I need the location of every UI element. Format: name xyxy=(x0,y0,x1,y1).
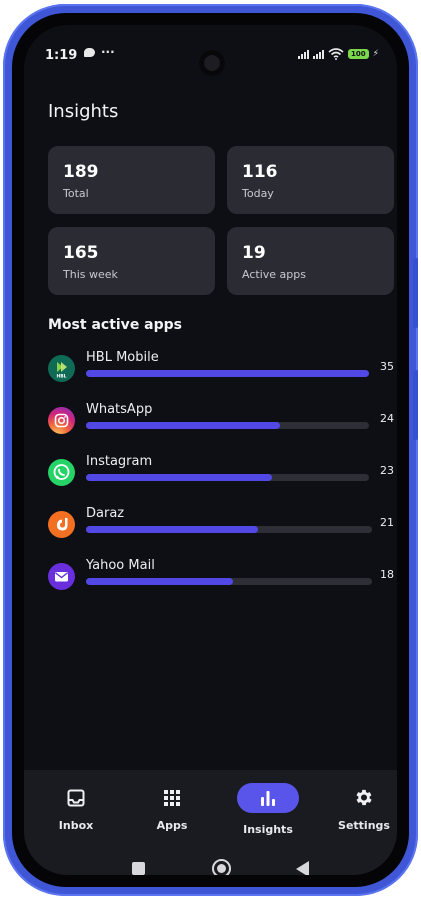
stat-value: 165 xyxy=(63,243,99,263)
screen: 1:19 ··· 100 ⚡ Insights 189 Total 116 To… xyxy=(24,25,397,875)
app-name: Yahoo Mail xyxy=(86,558,155,573)
mail-icon xyxy=(48,563,75,590)
back-button[interactable] xyxy=(296,861,309,875)
app-name: Instagram xyxy=(86,454,153,469)
gear-icon xyxy=(356,789,372,806)
stat-label: This week xyxy=(63,268,118,281)
system-icons: 100 ⚡ xyxy=(298,48,379,60)
stat-card-active-apps[interactable]: 19 Active apps xyxy=(227,227,394,295)
grid-icon xyxy=(164,790,180,806)
bar-chart-icon xyxy=(261,791,275,806)
nav-insights[interactable]: Insights xyxy=(228,770,308,846)
app-count: 23 xyxy=(380,464,394,477)
stat-label: Today xyxy=(242,187,274,200)
usage-bar-track xyxy=(86,474,369,481)
charging-icon: ⚡ xyxy=(372,49,379,59)
stat-card-this-week[interactable]: 165 This week xyxy=(48,227,215,295)
stat-value: 116 xyxy=(242,162,278,182)
daraz-icon xyxy=(48,511,75,538)
signal-icon-2 xyxy=(313,49,325,59)
usage-bar-track xyxy=(86,578,372,585)
usage-bar-track xyxy=(86,422,369,429)
usage-bar-fill xyxy=(86,474,272,481)
stat-label: Active apps xyxy=(242,268,306,281)
usage-bar-fill xyxy=(86,526,258,533)
usage-bar-track xyxy=(86,370,369,377)
app-count: 24 xyxy=(380,412,394,425)
stat-label: Total xyxy=(63,187,89,200)
stat-card-today[interactable]: 116 Today xyxy=(227,146,394,214)
home-button[interactable] xyxy=(212,859,231,875)
app-count: 35 xyxy=(380,360,394,373)
nav-settings[interactable]: Settings xyxy=(324,770,397,846)
app-name: HBL Mobile xyxy=(86,350,159,365)
app-row-daraz[interactable]: Daraz 21 xyxy=(48,506,394,540)
phone-bezel: 1:19 ··· 100 ⚡ Insights 189 Total 116 To… xyxy=(12,13,409,887)
usage-bar-fill xyxy=(86,370,369,377)
svg-text:HBL: HBL xyxy=(56,374,66,380)
nav-label: Insights xyxy=(243,823,293,836)
usage-bar-fill xyxy=(86,422,281,429)
nav-label: Apps xyxy=(156,819,188,832)
status-time: 1:19 xyxy=(45,48,78,63)
nav-label: Settings xyxy=(338,819,390,832)
volume-button xyxy=(413,258,418,328)
app-row-yahoo-mail[interactable]: Yahoo Mail 18 xyxy=(48,558,394,592)
nav-label: Inbox xyxy=(58,819,94,832)
app-row-hbl-mobile[interactable]: HBL HBL Mobile 35 xyxy=(48,350,394,384)
nav-apps[interactable]: Apps xyxy=(132,770,212,846)
stat-value: 19 xyxy=(242,243,266,263)
inbox-icon xyxy=(67,789,85,807)
notification-icons: ··· xyxy=(84,45,115,59)
page-title: Insights xyxy=(48,101,119,122)
app-row-instagram[interactable]: Instagram 23 xyxy=(48,454,394,488)
stat-card-total[interactable]: 189 Total xyxy=(48,146,215,214)
usage-bar-track xyxy=(86,526,372,533)
app-row-whatsapp[interactable]: WhatsApp 24 xyxy=(48,402,394,436)
stat-value: 189 xyxy=(63,162,99,182)
nav-inbox[interactable]: Inbox xyxy=(36,770,116,846)
battery-icon: 100 xyxy=(348,49,369,59)
recents-button[interactable] xyxy=(132,862,145,875)
usage-bar-fill xyxy=(86,578,233,585)
hbl-app-icon: HBL xyxy=(48,355,75,382)
message-icon xyxy=(84,47,95,57)
wifi-icon xyxy=(328,48,344,60)
power-button xyxy=(413,370,418,440)
instagram-icon xyxy=(48,407,75,434)
app-name: WhatsApp xyxy=(86,402,153,417)
bottom-nav: Inbox Apps Insights Settings xyxy=(24,770,397,846)
app-count: 18 xyxy=(380,568,394,581)
whatsapp-icon xyxy=(48,459,75,486)
signal-icon xyxy=(298,49,310,59)
phone-frame: 1:19 ··· 100 ⚡ Insights 189 Total 116 To… xyxy=(3,4,418,896)
app-name: Daraz xyxy=(86,506,125,521)
most-active-apps-heading: Most active apps xyxy=(48,317,183,333)
system-navigation-bar xyxy=(24,846,397,875)
more-notifications-icon: ··· xyxy=(101,45,115,59)
app-count: 21 xyxy=(380,516,394,529)
status-bar: 1:19 ··· 100 ⚡ xyxy=(24,25,397,76)
front-camera xyxy=(199,50,225,76)
